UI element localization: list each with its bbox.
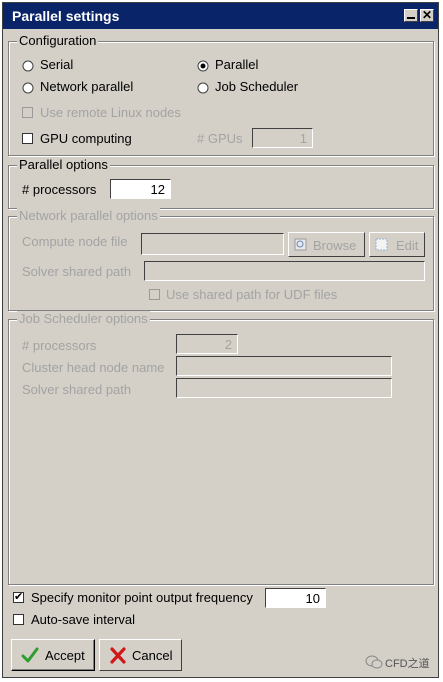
minimize-button[interactable]	[404, 9, 418, 22]
serial-label: Serial	[40, 57, 74, 72]
processors-input[interactable]: 12	[110, 179, 171, 199]
cancel-label: Cancel	[132, 648, 173, 663]
js-solver-shared-path-input[interactable]	[176, 378, 392, 398]
browse-button[interactable]: Browse	[288, 232, 365, 257]
edit-button[interactable]: Edit	[369, 232, 425, 257]
js-solver-shared-path-label: Solver shared path	[22, 382, 132, 397]
parallel-options-legend: Parallel options	[17, 157, 110, 172]
browse-label: Browse	[313, 238, 357, 253]
job-scheduler-label: Job Scheduler	[215, 79, 299, 94]
gpus-input[interactable]: 1	[252, 128, 313, 148]
network-parallel-label: Network parallel	[40, 79, 134, 94]
cluster-head-node-input[interactable]	[176, 356, 392, 376]
remote-linux-label: Use remote Linux nodes	[40, 105, 181, 120]
gpus-label: # GPUs	[197, 131, 243, 146]
title-bar[interactable]: Parallel settings ✕	[3, 3, 438, 29]
specify-monitor-checkbox[interactable]	[13, 590, 24, 604]
close-icon: ✕	[421, 8, 433, 22]
close-button[interactable]: ✕	[420, 9, 434, 22]
np-solver-shared-path-input[interactable]	[144, 261, 425, 281]
cancel-x-icon	[110, 647, 126, 664]
gpu-computing-checkbox[interactable]	[22, 133, 33, 144]
np-solver-shared-path-label: Solver shared path	[22, 264, 132, 279]
cluster-head-node-label: Cluster head node name	[22, 360, 165, 375]
js-processors-label: # processors	[22, 338, 97, 353]
checkmark-icon	[21, 647, 39, 663]
parallel-radio[interactable]	[197, 60, 209, 72]
edit-label: Edit	[396, 238, 419, 253]
window-title: Parallel settings	[12, 8, 120, 24]
use-shared-path-label: Use shared path for UDF files	[166, 287, 338, 302]
processors-label: # processors	[22, 182, 97, 197]
parallel-label: Parallel	[215, 57, 259, 72]
configuration-legend: Configuration	[17, 33, 99, 48]
accept-button[interactable]: Accept	[11, 639, 95, 671]
watermark-text: CFD之道	[385, 658, 430, 670]
parallel-settings-window: Parallel settings ✕ Configuration Serial…	[2, 2, 439, 678]
network-parallel-radio[interactable]	[22, 82, 34, 94]
autosave-label: Auto-save interval	[31, 612, 136, 627]
job-scheduler-radio[interactable]	[197, 82, 209, 94]
remote-linux-checkbox[interactable]	[22, 107, 33, 118]
edit-icon	[375, 238, 388, 251]
network-parallel-options-legend: Network parallel options	[17, 208, 160, 223]
browse-icon	[294, 238, 307, 251]
compute-node-file-input[interactable]	[141, 233, 284, 255]
cancel-button[interactable]: Cancel	[99, 639, 182, 671]
compute-node-file-label: Compute node file	[22, 234, 128, 249]
specify-monitor-label: Specify monitor point output frequency	[31, 590, 253, 605]
use-shared-path-checkbox[interactable]	[149, 289, 160, 300]
gpu-computing-label: GPU computing	[40, 131, 132, 146]
monitor-frequency-input[interactable]: 10	[265, 588, 326, 608]
autosave-checkbox[interactable]	[13, 614, 24, 625]
js-processors-input[interactable]: 2	[176, 334, 238, 354]
wechat-logo-icon	[365, 655, 383, 669]
accept-label: Accept	[45, 648, 85, 663]
serial-radio[interactable]	[22, 60, 34, 72]
job-scheduler-options-legend: Job Scheduler options	[17, 311, 150, 326]
